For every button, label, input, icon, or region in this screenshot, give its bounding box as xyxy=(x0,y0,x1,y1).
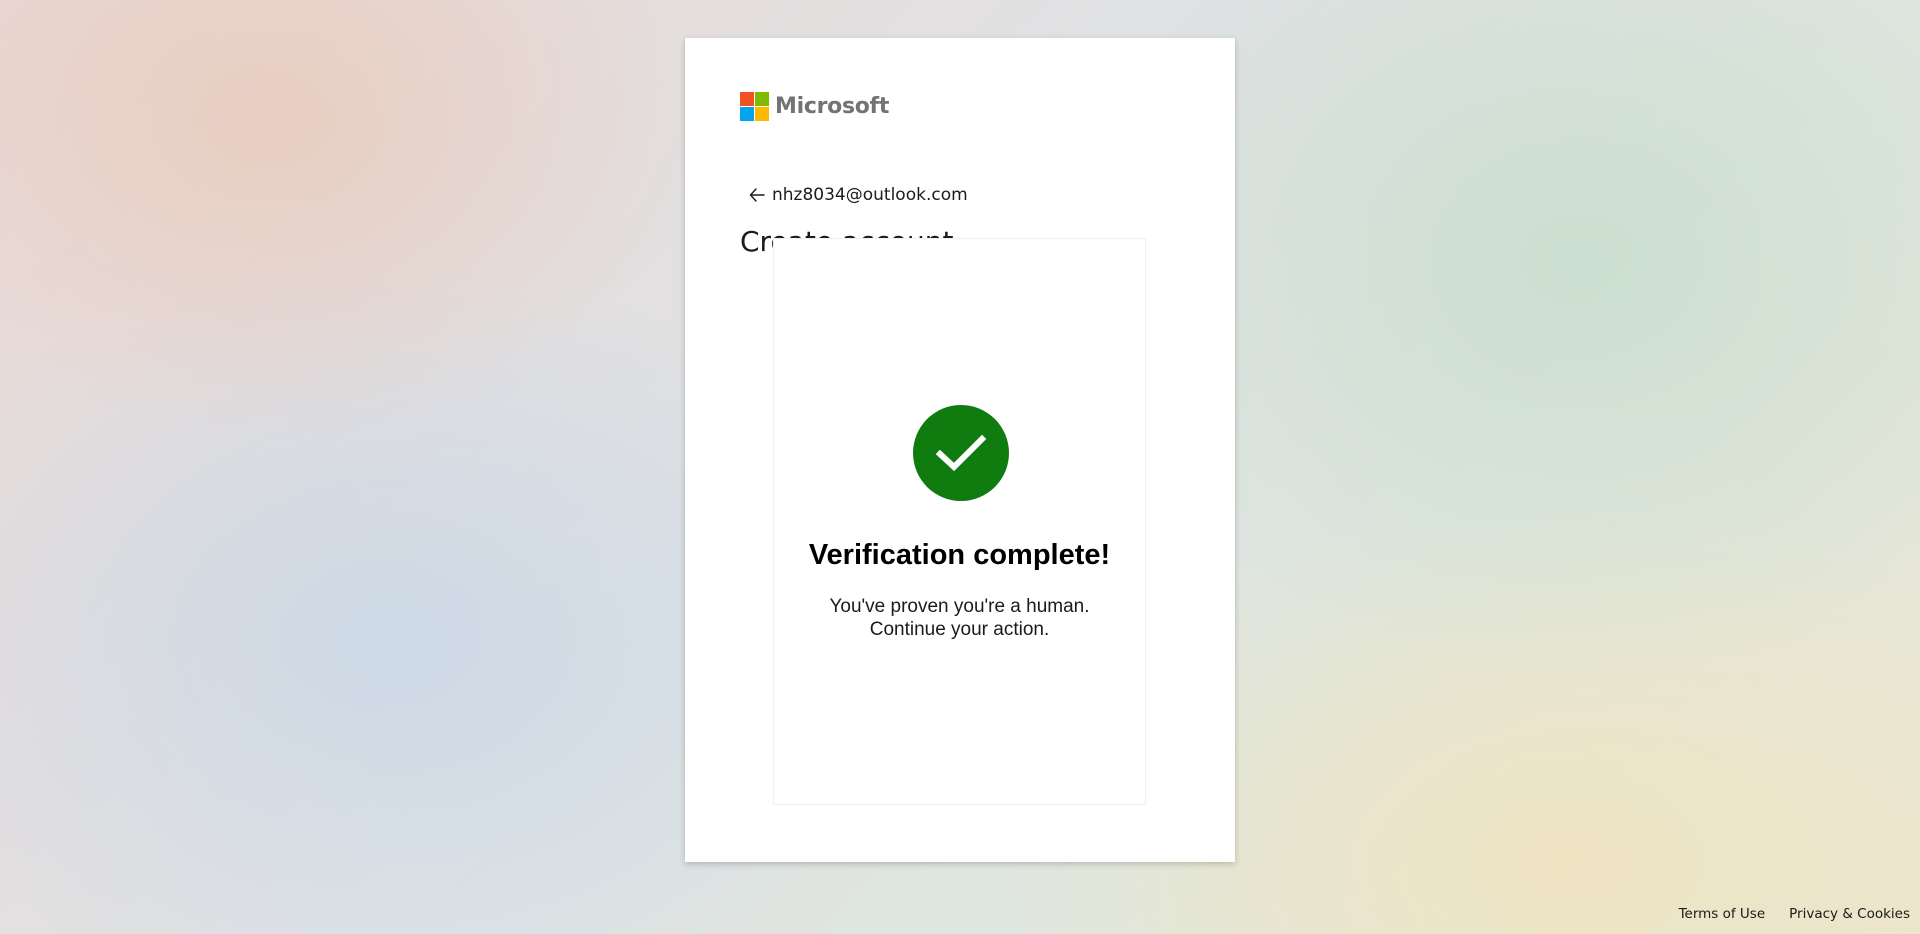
privacy-cookies-link[interactable]: Privacy & Cookies xyxy=(1789,906,1910,922)
arrow-left-icon[interactable] xyxy=(746,184,768,206)
verification-message-line-2: Continue your action. xyxy=(869,619,1050,640)
verification-title: Verification complete! xyxy=(808,539,1111,571)
checkmark-circle-icon xyxy=(913,405,1009,501)
verification-frame: Verification complete! You've proven you… xyxy=(773,238,1146,805)
verification-message-line-1: You've proven you're a human. xyxy=(829,596,1090,617)
microsoft-logo: Microsoft xyxy=(740,92,889,121)
terms-of-use-link[interactable]: Terms of Use xyxy=(1679,906,1766,922)
brand-name: Microsoft xyxy=(775,94,890,119)
footer: Terms of Use Privacy & Cookies xyxy=(1679,906,1910,922)
identity-banner[interactable]: nhz8034@outlook.com xyxy=(740,184,968,206)
sign-in-card: Microsoft nhz8034@outlook.com Create acc… xyxy=(685,38,1235,862)
microsoft-logo-icon xyxy=(740,92,769,121)
verification-message: You've proven you're a human. Continue y… xyxy=(774,595,1145,641)
identity-email: nhz8034@outlook.com xyxy=(772,185,968,205)
